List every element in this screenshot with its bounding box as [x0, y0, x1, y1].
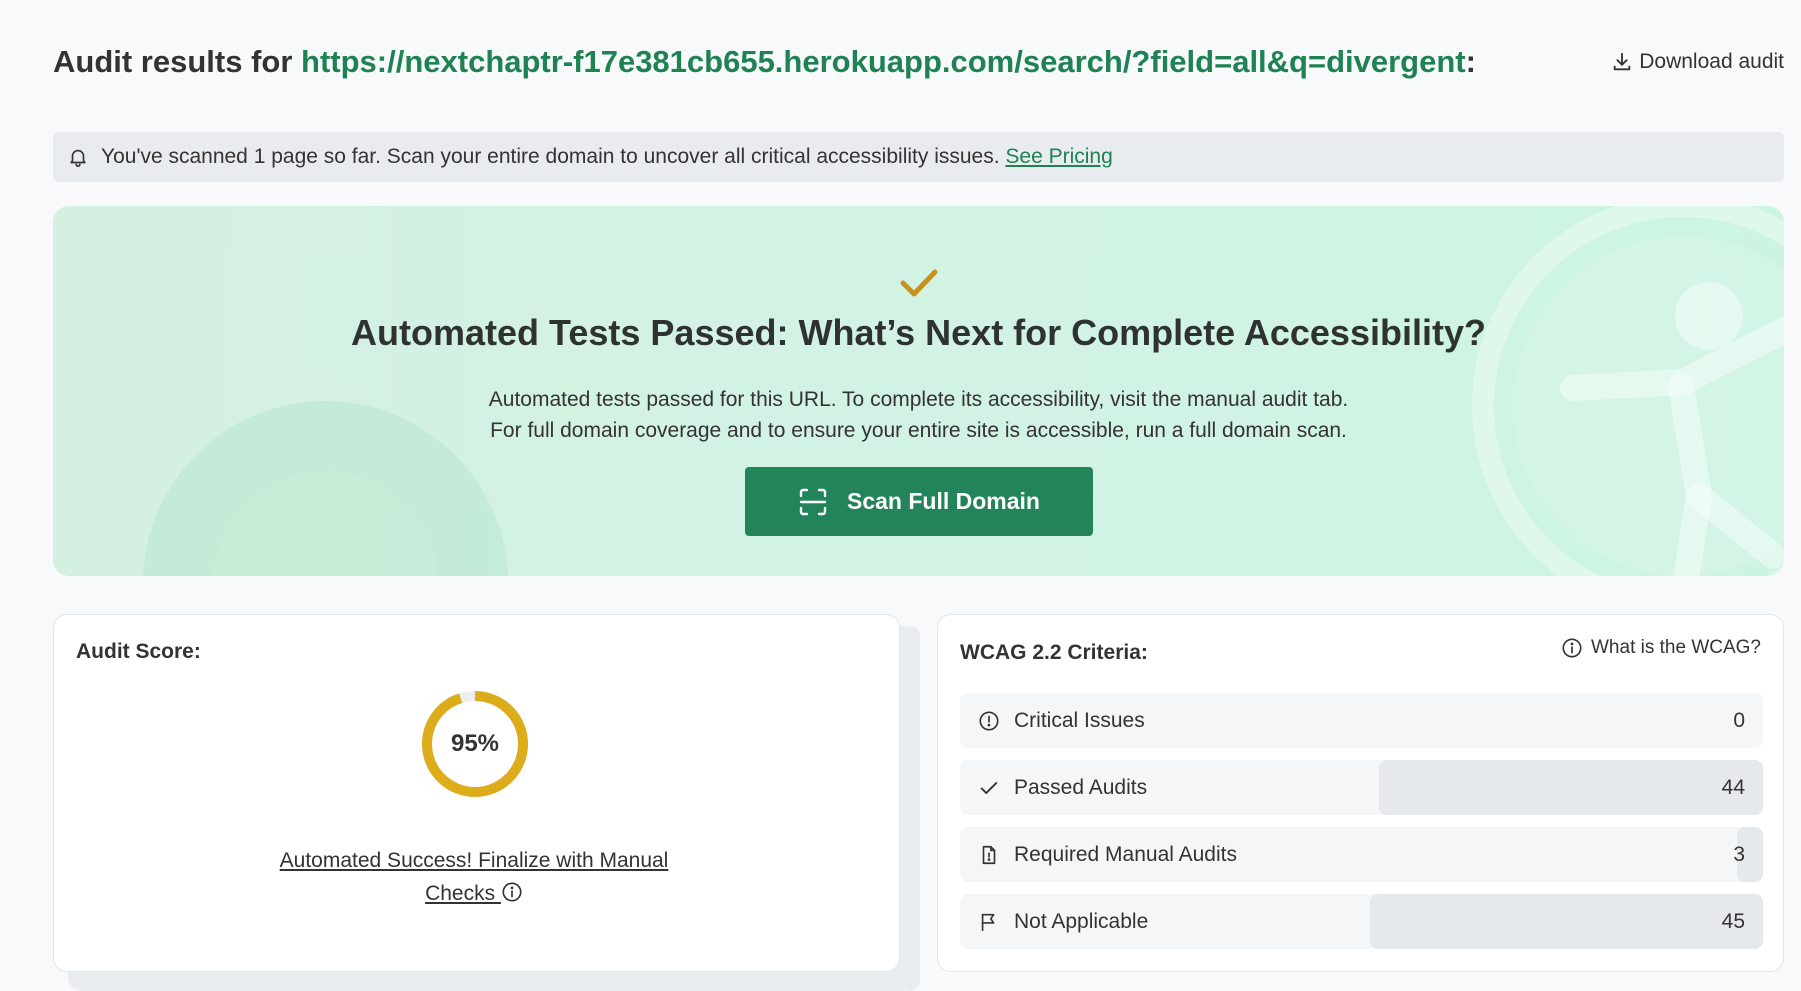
criteria-label: Critical Issues	[1014, 708, 1145, 732]
bell-icon	[70, 149, 86, 167]
wcag-criteria-card: WCAG 2.2 Criteria: What is the WCAG? Cri…	[937, 614, 1784, 972]
hero-line-1: Automated tests passed for this URL. To …	[488, 388, 1349, 411]
page-title: Audit results for https://nextchaptr-f17…	[53, 44, 1476, 80]
title-suffix: :	[1465, 44, 1476, 79]
criteria-row-critical-issues[interactable]: Critical Issues 0	[960, 693, 1763, 748]
see-pricing-link[interactable]: See Pricing	[1005, 145, 1112, 168]
criteria-count: 45	[1721, 909, 1745, 933]
criteria-row-required-manual-audits[interactable]: Required Manual Audits 3	[960, 827, 1763, 882]
download-icon	[1613, 52, 1631, 71]
criteria-label: Not Applicable	[1014, 909, 1149, 933]
hero-heading: Automated Tests Passed: What’s Next for …	[351, 312, 1486, 353]
audit-score-title: Audit Score:	[76, 640, 201, 663]
download-audit-button[interactable]: Download audit	[1611, 50, 1784, 74]
criteria-row-passed-audits[interactable]: Passed Audits 44	[960, 760, 1763, 815]
criteria-label: Required Manual Audits	[1014, 842, 1237, 866]
header: Audit results for https://nextchaptr-f17…	[53, 44, 1784, 80]
criteria-bar	[1378, 760, 1763, 815]
manual-checks-link-line-2[interactable]: Checks	[425, 882, 501, 905]
criteria-row-not-applicable[interactable]: Not Applicable 45	[960, 894, 1763, 949]
title-prefix: Audit results for	[53, 44, 293, 79]
hero-description: Automated tests passed for this URL. To …	[489, 384, 1348, 446]
what-is-wcag-link[interactable]: What is the WCAG?	[1561, 637, 1761, 659]
scan-full-domain-button[interactable]: Scan Full Domain	[744, 467, 1093, 536]
criteria-count: 3	[1733, 842, 1745, 866]
audited-url: https://nextchaptr-f17e381cb655.herokuap…	[301, 44, 1466, 79]
criteria-bar	[1370, 894, 1763, 949]
hero-line-2: For full domain coverage and to ensure y…	[490, 419, 1347, 442]
card-shadow	[900, 626, 920, 991]
document-icon	[982, 845, 996, 864]
manual-checks-link[interactable]: Automated Success! Finalize with Manual …	[234, 844, 714, 910]
check-icon	[980, 781, 998, 794]
manual-checks-link-line-1[interactable]: Automated Success! Finalize with Manual	[280, 849, 669, 872]
scan-notice-banner: You've scanned 1 page so far. Scan your …	[53, 132, 1784, 182]
criteria-label: Passed Audits	[1014, 775, 1148, 799]
scan-icon	[799, 488, 827, 515]
what-is-wcag-label: What is the WCAG?	[1591, 637, 1761, 658]
scan-full-domain-label: Scan Full Domain	[847, 488, 1040, 514]
audit-score-card: Audit Score: 95% Automated Success! Fina…	[53, 614, 900, 972]
flag-icon	[981, 913, 995, 931]
alert-circle-icon	[979, 710, 999, 731]
wcag-criteria-list: Critical Issues 0 Passed Audits 44 Requi…	[960, 693, 1763, 961]
criteria-count: 0	[1733, 708, 1745, 732]
criteria-count: 44	[1721, 775, 1745, 799]
score-value: 95%	[450, 730, 500, 757]
page: Audit results for https://nextchaptr-f17…	[0, 0, 1801, 991]
hero-banner: Automated Tests Passed: What’s Next for …	[53, 206, 1784, 576]
info-icon[interactable]	[501, 881, 523, 903]
check-icon	[900, 269, 937, 297]
download-audit-label: Download audit	[1639, 50, 1784, 73]
info-icon	[1562, 638, 1582, 658]
wcag-criteria-title: WCAG 2.2 Criteria:	[960, 641, 1148, 664]
hero-content: Automated Tests Passed: What’s Next for …	[53, 266, 1784, 536]
notice-message: You've scanned 1 page so far. Scan your …	[101, 145, 1000, 168]
notice-text: You've scanned 1 page so far. Scan your …	[101, 145, 1113, 169]
